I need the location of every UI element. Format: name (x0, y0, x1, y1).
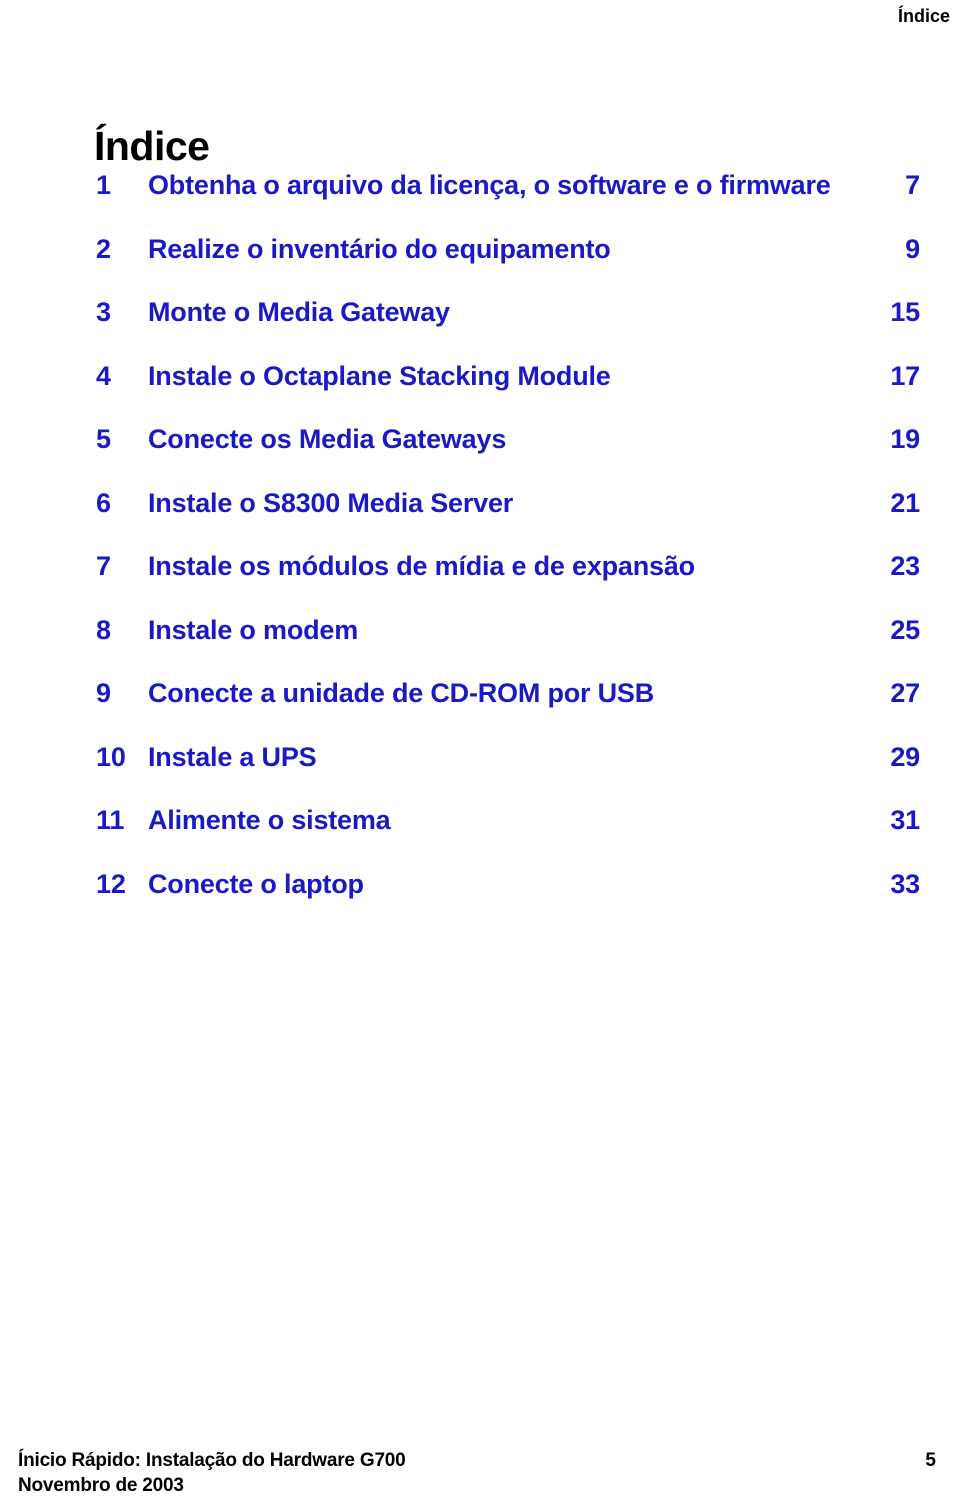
toc-entry-label: Realize o inventário do equipamento (148, 233, 611, 264)
toc-entry-number: 5 (96, 424, 111, 454)
toc-entry-page-number: 21 (890, 487, 920, 518)
toc-entry[interactable]: 6 Instale o S8300 Media Server 21 (96, 488, 920, 552)
table-of-contents: 1 Obtenha o arquivo da licença, o softwar… (96, 170, 920, 932)
toc-entry-label: Instale o S8300 Media Server (148, 487, 514, 518)
toc-entry-page-number: 19 (890, 424, 920, 454)
toc-entry-page-number: 27 (890, 678, 920, 708)
toc-entry[interactable]: 2 Realize o inventário do equipamento 9 (96, 234, 920, 298)
toc-entry-page-number: 31 (890, 805, 920, 835)
page-footer: Ínicio Rápido: Instalação do Hardware G7… (18, 1448, 936, 1498)
toc-entry-number: 2 (96, 233, 111, 264)
toc-entry-page-number: 7 (905, 170, 920, 200)
toc-entry-page-number: 25 (890, 614, 920, 645)
toc-entry-number: 7 (96, 551, 111, 581)
toc-entry-number: 9 (96, 678, 111, 708)
toc-entry-page-number: 9 (905, 233, 920, 264)
toc-entry-number: 12 (96, 868, 126, 899)
toc-entry-label: Instale o Octaplane Stacking Module (148, 360, 611, 391)
toc-entry-number: 10 (96, 741, 126, 772)
toc-entry[interactable]: 7 Instale os módulos de mídia e de expans… (96, 551, 920, 615)
footer-date: Novembro de 2003 (18, 1474, 184, 1496)
toc-entry[interactable]: 8 Instale o modem 25 (96, 615, 920, 679)
toc-entry-label: Conecte o laptop (148, 868, 364, 899)
toc-entry-number: 11 (96, 805, 125, 835)
toc-entry-label: Instale a UPS (148, 741, 317, 772)
toc-entry[interactable]: 1 Obtenha o arquivo da licença, o softwar… (96, 170, 920, 234)
toc-entry-number: 1 (96, 170, 111, 200)
toc-entry-label: Instale o modem (148, 614, 359, 645)
toc-entry[interactable]: 4 Instale o Octaplane Stacking Module 17 (96, 361, 920, 425)
toc-entry-label: Monte o Media Gateway (148, 297, 450, 327)
toc-entry[interactable]: 12 Conecte o laptop 33 (96, 869, 920, 933)
toc-entry[interactable]: 5 Conecte os Media Gateways 19 (96, 424, 920, 488)
toc-entry-page-number: 33 (890, 868, 920, 899)
toc-entry-page-number: 17 (890, 360, 920, 391)
toc-entry[interactable]: 9 Conecte a unidade de CD-ROM por USB 27 (96, 678, 920, 742)
toc-entry-number: 6 (96, 487, 111, 518)
document-page: Índice Índice 1 Obtenha o arquivo da lice… (0, 0, 960, 1512)
toc-entry[interactable]: 10 Instale a UPS 29 (96, 742, 920, 806)
toc-entry-number: 8 (96, 614, 111, 645)
footer-page-number: 5 (925, 1449, 936, 1471)
toc-entry-label: Conecte os Media Gateways (148, 424, 507, 454)
toc-entry[interactable]: 11 Alimente o sistema 31 (96, 805, 920, 869)
toc-entry-page-number: 29 (890, 741, 920, 772)
toc-entry-page-number: 23 (890, 551, 920, 581)
toc-entry-label: Obtenha o arquivo da licença, o software… (148, 170, 831, 200)
footer-document-title: Ínicio Rápido: Instalação do Hardware G7… (18, 1449, 406, 1471)
toc-entry-page-number: 15 (890, 297, 920, 327)
toc-entry-number: 3 (96, 297, 111, 327)
toc-entry-label: Alimente o sistema (148, 805, 391, 835)
footer-text: Ínicio Rápido: Instalação do Hardware G7… (18, 1448, 406, 1498)
toc-entry-number: 4 (96, 360, 111, 391)
toc-entry-label: Conecte a unidade de CD-ROM por USB (148, 678, 655, 708)
running-header: Índice (897, 6, 950, 26)
toc-entry-label: Instale os módulos de mídia e de expansã… (148, 551, 695, 581)
page-title: Índice (94, 123, 210, 170)
toc-entry[interactable]: 3 Monte o Media Gateway 15 (96, 297, 920, 361)
